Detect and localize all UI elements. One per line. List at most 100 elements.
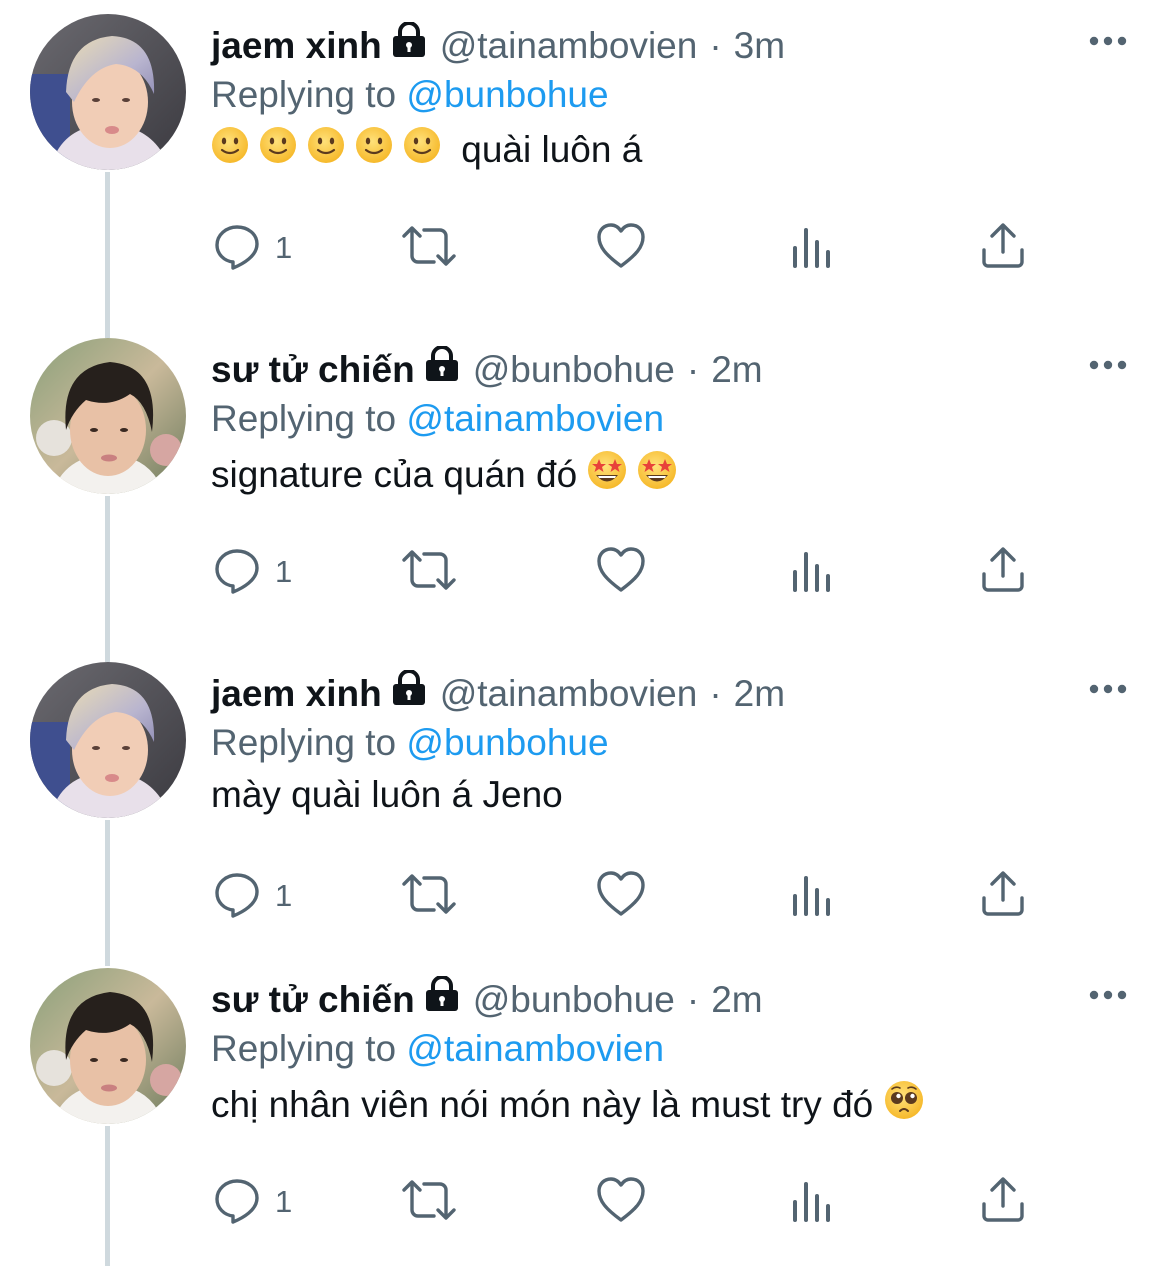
tweet-text-content: signature của quán đó — [211, 453, 588, 495]
slightly-smiling-face-icon — [355, 126, 393, 173]
tweet-header: sư tử chiến @bunbohue · 2m — [211, 974, 763, 1022]
mention-link[interactable]: @bunbohue — [406, 74, 608, 115]
views-button[interactable] — [791, 542, 835, 602]
like-button[interactable] — [596, 218, 646, 278]
tweet-header: jaem xinh @tainambovien · 2m — [211, 668, 785, 716]
tweet-text-content: mày quài luôn á Jeno — [211, 774, 563, 815]
retweet-button[interactable] — [400, 1172, 458, 1232]
replying-to: Replying to @tainambovien — [211, 1028, 664, 1070]
share-icon — [980, 222, 1026, 275]
reply-button[interactable]: 1 — [213, 218, 292, 278]
reply-count: 1 — [275, 230, 293, 265]
mention-link[interactable]: @tainambovien — [406, 1028, 664, 1069]
more-icon[interactable] — [1088, 358, 1128, 372]
like-button[interactable] — [596, 1172, 646, 1232]
share-button[interactable] — [980, 542, 1026, 602]
reply-icon — [213, 222, 261, 275]
views-button[interactable] — [791, 1172, 835, 1232]
reply-button[interactable]: 1 — [213, 866, 292, 926]
avatar[interactable] — [30, 662, 186, 818]
timestamp[interactable]: 3m — [734, 25, 785, 67]
like-icon — [596, 222, 646, 275]
lock-icon — [390, 20, 428, 67]
retweet-icon — [400, 222, 458, 275]
star-struck-icon — [587, 450, 627, 499]
timestamp[interactable]: 2m — [734, 673, 785, 715]
timestamp[interactable]: 2m — [711, 349, 762, 391]
user-handle[interactable]: @bunbohue — [473, 979, 675, 1021]
slightly-smiling-face-icon — [307, 126, 345, 173]
views-icon — [791, 1176, 835, 1229]
lock-icon — [423, 974, 461, 1021]
reply-button[interactable]: 1 — [213, 542, 292, 602]
display-name[interactable]: jaem xinh — [211, 673, 382, 715]
lock-icon — [423, 344, 461, 391]
slightly-smiling-face-icon — [211, 126, 249, 173]
views-icon — [791, 222, 835, 275]
separator-dot: · — [686, 349, 700, 390]
pleading-face-icon — [884, 1080, 924, 1129]
reply-count: 1 — [275, 554, 293, 589]
replying-to: Replying to @bunbohue — [211, 74, 609, 116]
share-button[interactable] — [980, 866, 1026, 926]
slightly-smiling-face-icon — [403, 126, 441, 173]
retweet-button[interactable] — [400, 866, 458, 926]
share-button[interactable] — [980, 218, 1026, 278]
display-name[interactable]: sư tử chiến — [211, 349, 415, 391]
retweet-icon — [400, 870, 458, 923]
reply-count: 1 — [275, 878, 293, 913]
display-name[interactable]: sư tử chiến — [211, 979, 415, 1021]
share-button[interactable] — [980, 1172, 1026, 1232]
more-icon[interactable] — [1088, 34, 1128, 48]
retweet-button[interactable] — [400, 542, 458, 602]
replying-to: Replying to @tainambovien — [211, 398, 664, 440]
tweet-text: signature của quán đó — [211, 450, 687, 499]
avatar[interactable] — [30, 14, 186, 170]
user-handle[interactable]: @tainambovien — [440, 673, 698, 715]
avatar[interactable] — [30, 338, 186, 494]
like-icon — [596, 1176, 646, 1229]
reply-icon — [213, 546, 261, 599]
more-icon[interactable] — [1088, 988, 1128, 1002]
separator-dot: · — [686, 979, 700, 1020]
tweet-actions: 1 — [0, 866, 1170, 926]
display-name[interactable]: jaem xinh — [211, 25, 382, 67]
reply-icon — [213, 1176, 261, 1229]
tweet-header: sư tử chiến @bunbohue · 2m — [211, 344, 763, 392]
tweet-actions: 1 — [0, 218, 1170, 278]
separator-dot: · — [709, 25, 722, 66]
like-button[interactable] — [596, 542, 646, 602]
mention-link[interactable]: @bunbohue — [406, 722, 608, 763]
timestamp[interactable]: 2m — [711, 979, 762, 1021]
tweet-text: quài luôn á — [211, 126, 642, 173]
like-icon — [596, 870, 646, 923]
avatar-blonde-hair-icon — [30, 14, 186, 170]
like-button[interactable] — [596, 866, 646, 926]
tweet-text: mày quài luôn á Jeno — [211, 774, 563, 816]
lock-icon — [390, 668, 428, 715]
user-handle[interactable]: @bunbohue — [473, 349, 675, 391]
more-icon[interactable] — [1088, 682, 1128, 696]
separator-dot: · — [709, 673, 722, 714]
retweet-icon — [400, 1176, 458, 1229]
tweet-text-content: chị nhân viên nói món này là must try đó — [211, 1083, 884, 1125]
share-icon — [980, 1176, 1026, 1229]
views-button[interactable] — [791, 866, 835, 926]
views-icon — [791, 546, 835, 599]
mention-link[interactable]: @tainambovien — [406, 398, 664, 439]
tweet-text: chị nhân viên nói món này là must try đó — [211, 1080, 934, 1129]
avatar[interactable] — [30, 968, 186, 1124]
tweet-actions: 1 — [0, 1172, 1170, 1232]
slightly-smiling-face-icon — [259, 126, 297, 173]
avatar-blonde-hair-icon — [30, 662, 186, 818]
tweet-header: jaem xinh @tainambovien · 3m — [211, 20, 785, 68]
views-button[interactable] — [791, 218, 835, 278]
retweet-icon — [400, 546, 458, 599]
replying-to: Replying to @bunbohue — [211, 722, 609, 764]
reply-button[interactable]: 1 — [213, 1172, 292, 1232]
user-handle[interactable]: @tainambovien — [440, 25, 698, 67]
views-icon — [791, 870, 835, 923]
retweet-button[interactable] — [400, 218, 458, 278]
share-icon — [980, 870, 1026, 923]
like-icon — [596, 546, 646, 599]
